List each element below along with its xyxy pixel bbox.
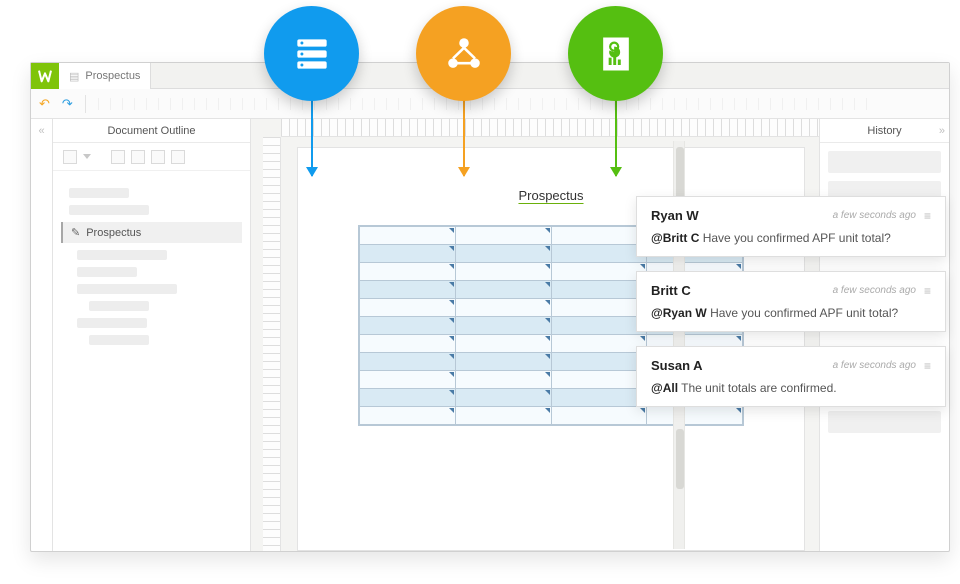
- outline-item-placeholder[interactable]: [77, 267, 137, 277]
- comment-time: a few seconds ago: [833, 210, 916, 221]
- comment-mention: @Britt C: [651, 231, 699, 245]
- outline-item-placeholder[interactable]: [89, 301, 149, 311]
- toolbar-placeholder: [98, 98, 878, 110]
- outline-item-label: Prospectus: [86, 227, 141, 239]
- expand-history-icon[interactable]: »: [939, 125, 945, 137]
- outline-item-placeholder[interactable]: [89, 335, 149, 345]
- comment-stack: Ryan W a few seconds ago ≡ @Britt C Have…: [636, 196, 946, 421]
- pointer-orange: [463, 100, 465, 176]
- undo-button[interactable]: ↶: [39, 96, 50, 112]
- outline-item-placeholder[interactable]: [77, 318, 147, 328]
- comment-card[interactable]: Ryan W a few seconds ago ≡ @Britt C Have…: [636, 196, 946, 257]
- comment-menu-icon[interactable]: ≡: [924, 210, 931, 222]
- data-icon: [290, 32, 334, 76]
- redo-button[interactable]: ↷: [62, 96, 73, 112]
- outline-view-4[interactable]: [171, 150, 185, 164]
- comment-card[interactable]: Susan A a few seconds ago ≡ @All The uni…: [636, 346, 946, 407]
- comment-user: Britt C: [651, 283, 691, 298]
- pointer-green: [615, 100, 617, 176]
- outline-item-active[interactable]: ✎ Prospectus: [61, 222, 242, 243]
- comment-mention: @Ryan W: [651, 306, 707, 320]
- outline-view-2[interactable]: [131, 150, 145, 164]
- comment-text: Have you confirmed APF unit total?: [703, 231, 891, 245]
- comment-menu-icon[interactable]: ≡: [924, 285, 931, 297]
- comment-body: @All The unit totals are confirmed.: [651, 381, 931, 395]
- horizontal-ruler: [281, 119, 819, 137]
- collaboration-icon: [442, 32, 486, 76]
- collapse-gutter-left[interactable]: «: [31, 119, 53, 551]
- outline-item-placeholder[interactable]: [77, 250, 167, 260]
- outline-item-placeholder[interactable]: [69, 205, 149, 215]
- app-logo[interactable]: [31, 63, 59, 89]
- comment-text: Have you confirmed APF unit total?: [710, 306, 898, 320]
- outline-filter-1[interactable]: [63, 150, 77, 164]
- history-title-label: History: [867, 125, 901, 137]
- toolbar: ↶ ↷: [31, 89, 949, 119]
- comment-user: Susan A: [651, 358, 703, 373]
- pencil-icon: ✎: [71, 226, 80, 239]
- comment-body: @Britt C Have you confirmed APF unit tot…: [651, 231, 931, 245]
- history-item-placeholder[interactable]: [828, 151, 941, 173]
- outline-title: Document Outline: [53, 119, 250, 143]
- report-icon: [594, 32, 638, 76]
- comment-text: The unit totals are confirmed.: [681, 381, 836, 395]
- toolbar-separator: [85, 95, 86, 113]
- comment-user: Ryan W: [651, 208, 699, 223]
- comment-mention: @All: [651, 381, 678, 395]
- logo-icon: [37, 68, 53, 84]
- feature-circle-collaboration: [416, 6, 511, 101]
- comment-body: @Ryan W Have you confirmed APF unit tota…: [651, 306, 931, 320]
- outline-view-1[interactable]: [111, 150, 125, 164]
- history-title: History »: [820, 119, 949, 143]
- tab-label: Prospectus: [85, 70, 140, 82]
- pointer-blue: [311, 100, 313, 176]
- vertical-ruler: [263, 137, 281, 551]
- tab-prospectus[interactable]: ▤ Prospectus: [59, 63, 151, 89]
- outline-filter-dropdown[interactable]: [83, 154, 91, 160]
- scrollbar-thumb[interactable]: [676, 429, 684, 489]
- outline-item-placeholder[interactable]: [69, 188, 129, 198]
- outline-view-3[interactable]: [151, 150, 165, 164]
- outline-panel: Document Outline ✎ Prospectus: [53, 119, 251, 551]
- outline-controls: [53, 143, 250, 171]
- document-icon: ▤: [69, 70, 79, 83]
- outline-body: ✎ Prospectus: [53, 171, 250, 362]
- comment-card[interactable]: Britt C a few seconds ago ≡ @Ryan W Have…: [636, 271, 946, 332]
- comment-menu-icon[interactable]: ≡: [924, 360, 931, 372]
- outline-item-placeholder[interactable]: [77, 284, 177, 294]
- feature-circle-data: [264, 6, 359, 101]
- feature-circle-report: [568, 6, 663, 101]
- comment-time: a few seconds ago: [833, 285, 916, 296]
- comment-time: a few seconds ago: [833, 360, 916, 371]
